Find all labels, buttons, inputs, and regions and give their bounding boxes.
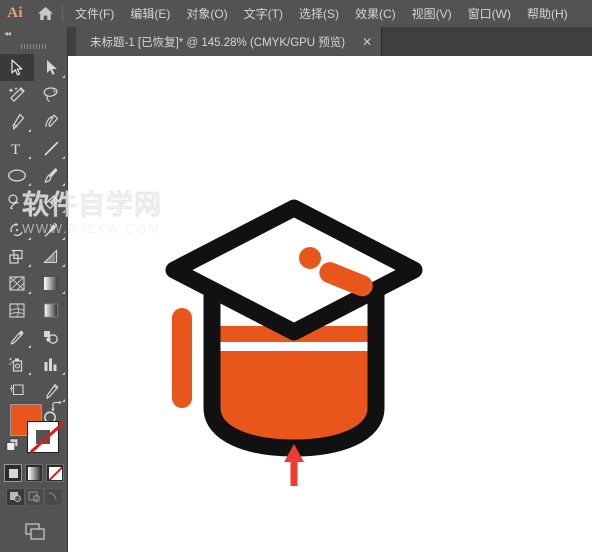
document-tab-title: 未标题-1 [已恢复]* @ 145.28% (CMYK/GPU 预览) bbox=[90, 36, 346, 49]
tool-flyout-indicator bbox=[28, 345, 31, 348]
type-tool[interactable]: T bbox=[0, 135, 34, 162]
paint-mode-none[interactable] bbox=[46, 464, 64, 482]
document-tab-bar: 未标题-1 [已恢复]* @ 145.28% (CMYK/GPU 预览) ✕ bbox=[0, 27, 592, 56]
paint-mode-color[interactable] bbox=[4, 464, 22, 482]
tassel-dot bbox=[299, 247, 321, 269]
tool-flyout-indicator bbox=[28, 372, 31, 375]
tool-flyout-indicator bbox=[62, 156, 65, 159]
draw-mode-normal[interactable] bbox=[5, 488, 25, 506]
fill-stroke-swatches bbox=[0, 398, 68, 460]
menu-type[interactable]: 文字(T) bbox=[236, 1, 291, 26]
stroke-color-swatch[interactable] bbox=[27, 421, 65, 453]
draw-mode-row bbox=[0, 487, 68, 507]
tool-flyout-indicator bbox=[28, 210, 31, 213]
eyedropper-tool[interactable] bbox=[0, 324, 34, 351]
menu-window[interactable]: 窗口(W) bbox=[460, 1, 519, 26]
tool-flyout-indicator bbox=[28, 237, 31, 240]
mesh-tool[interactable] bbox=[0, 297, 34, 324]
curvature-tool[interactable] bbox=[34, 108, 68, 135]
tool-flyout-indicator bbox=[62, 291, 65, 294]
tool-flyout-indicator bbox=[28, 183, 31, 186]
gradient-tool[interactable] bbox=[34, 297, 68, 324]
eraser-tool[interactable] bbox=[34, 189, 68, 216]
document-tab[interactable]: 未标题-1 [已恢复]* @ 145.28% (CMYK/GPU 预览) ✕ bbox=[76, 27, 383, 56]
tool-flyout-indicator bbox=[62, 75, 65, 78]
screen-mode-button[interactable] bbox=[0, 515, 68, 549]
paint-mode-gradient[interactable] bbox=[25, 464, 43, 482]
menu-bar: Ai 文件(F) 编辑(E) 对象(O) 文字(T) 选择(S) 效果(C) 视… bbox=[0, 0, 592, 27]
app-logo: Ai bbox=[7, 5, 23, 21]
panel-drag-handle[interactable] bbox=[0, 40, 67, 52]
menu-file[interactable]: 文件(F) bbox=[67, 1, 122, 26]
rotate-tool[interactable] bbox=[0, 216, 34, 243]
menu-view[interactable]: 视图(V) bbox=[404, 1, 460, 26]
pen-tool[interactable] bbox=[0, 108, 34, 135]
menu-select[interactable]: 选择(S) bbox=[291, 1, 347, 26]
tool-flyout-indicator bbox=[62, 183, 65, 186]
ellipse-tool[interactable] bbox=[0, 162, 34, 189]
selection-tool[interactable] bbox=[0, 54, 34, 81]
menu-help[interactable]: 帮助(H) bbox=[519, 1, 576, 26]
draw-mode-behind[interactable] bbox=[24, 488, 44, 506]
tool-grid: T bbox=[0, 54, 67, 432]
perspective-grid-tool[interactable] bbox=[34, 270, 68, 297]
tool-flyout-indicator bbox=[28, 291, 31, 294]
free-transform-tool[interactable] bbox=[34, 243, 68, 270]
color-controls bbox=[0, 398, 68, 549]
scale-tool[interactable] bbox=[34, 216, 68, 243]
default-fill-stroke-icon[interactable] bbox=[6, 438, 20, 452]
swap-fill-stroke-icon[interactable] bbox=[50, 400, 64, 414]
column-graph-tool[interactable] bbox=[34, 351, 68, 378]
tool-flyout-indicator bbox=[62, 264, 65, 267]
close-icon[interactable]: ✕ bbox=[359, 35, 375, 49]
menu-edit[interactable]: 编辑(E) bbox=[122, 1, 178, 26]
draw-mode-inside[interactable] bbox=[43, 488, 63, 506]
magic-wand-tool[interactable] bbox=[0, 81, 34, 108]
canvas[interactable] bbox=[68, 56, 592, 552]
shaper-tool[interactable] bbox=[0, 189, 34, 216]
tool-flyout-indicator bbox=[28, 129, 31, 132]
menu-object[interactable]: 对象(O) bbox=[178, 1, 235, 26]
blend-tool[interactable] bbox=[34, 324, 68, 351]
line-segment-tool[interactable] bbox=[34, 135, 68, 162]
tool-flyout-indicator bbox=[28, 156, 31, 159]
home-icon[interactable] bbox=[30, 0, 60, 27]
collapse-panel-icon[interactable]: ◂◂ bbox=[0, 27, 67, 40]
lasso-tool[interactable] bbox=[34, 81, 68, 108]
artwork-graduation-cap[interactable] bbox=[164, 196, 424, 491]
width-tool[interactable] bbox=[0, 243, 34, 270]
menu-divider bbox=[62, 5, 63, 22]
none-slash-icon bbox=[29, 421, 65, 453]
illustrator-window: Ai 文件(F) 编辑(E) 对象(O) 文字(T) 选择(S) 效果(C) 视… bbox=[0, 0, 592, 552]
tool-flyout-indicator bbox=[62, 210, 65, 213]
tool-flyout-indicator bbox=[62, 372, 65, 375]
cap-base-band bbox=[212, 342, 376, 351]
tool-flyout-indicator bbox=[28, 264, 31, 267]
svg-text:T: T bbox=[11, 142, 20, 157]
shape-builder-tool[interactable] bbox=[0, 270, 34, 297]
tool-flyout-indicator bbox=[62, 237, 65, 240]
paint-mode-row bbox=[0, 462, 68, 484]
symbol-sprayer-tool[interactable] bbox=[0, 351, 34, 378]
menu-effect[interactable]: 效果(C) bbox=[347, 1, 404, 26]
tools-panel: ◂◂ T bbox=[0, 27, 68, 552]
direct-selection-tool[interactable] bbox=[34, 54, 68, 81]
paintbrush-tool[interactable] bbox=[34, 162, 68, 189]
side-bar bbox=[172, 308, 192, 408]
